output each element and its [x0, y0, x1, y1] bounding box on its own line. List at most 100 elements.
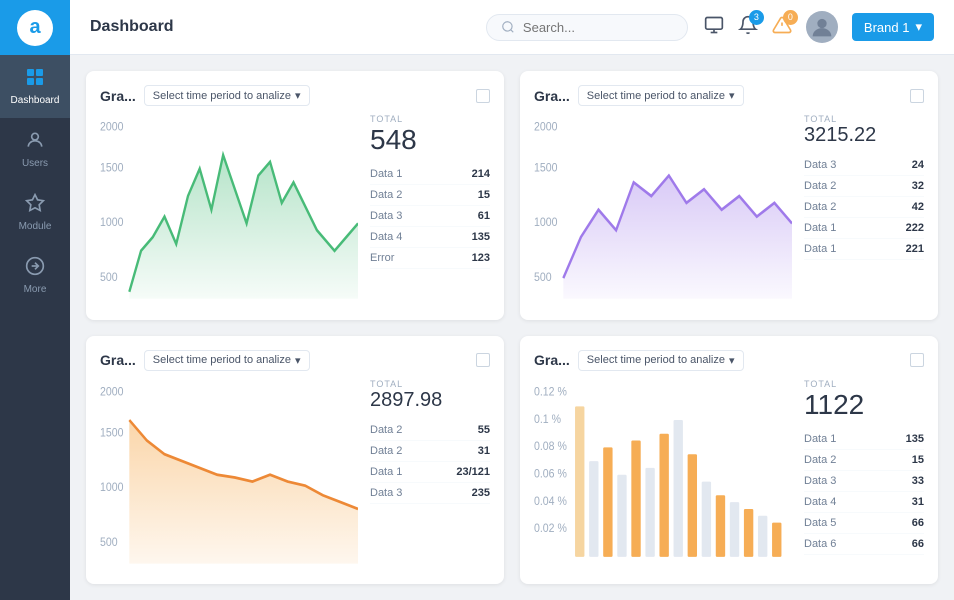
card-2-stat-0: Data 324 [804, 155, 924, 176]
card-1-title: Gra... [100, 88, 136, 104]
card-2-total-value: 3215.22 [804, 124, 924, 147]
module-label: Module [19, 221, 52, 232]
card-4-total-value: 1122 [804, 389, 924, 421]
card-2-time-label: Select time period to analize [587, 90, 725, 102]
card-2-svg: 2000 1500 1000 500 [534, 114, 792, 306]
svg-text:0.06 %: 0.06 % [534, 467, 567, 480]
topbar: Dashboard 3 0 [70, 0, 954, 55]
sidebar-item-dashboard[interactable]: Dashboard [0, 55, 70, 118]
card-3-total-label: TOTAL [370, 379, 490, 389]
card-2-checkbox[interactable] [910, 89, 924, 103]
svg-text:1500: 1500 [534, 162, 557, 175]
card-4-chart: 0.12 % 0.1 % 0.08 % 0.06 % 0.04 % 0.02 % [534, 379, 792, 571]
logo-letter: a [29, 16, 40, 39]
card-3-stats: TOTAL 2897.98 Data 255 Data 231 Data 123… [370, 379, 490, 571]
card-4-body: 0.12 % 0.1 % 0.08 % 0.06 % 0.04 % 0.02 % [534, 379, 924, 571]
svg-text:0.02 %: 0.02 % [534, 522, 567, 535]
svg-text:1000: 1000 [100, 481, 123, 494]
card-2-chevron: ▾ [729, 89, 735, 102]
card-2-total-label: TOTAL [804, 114, 924, 124]
card-1: Gra... Select time period to analize ▾ 2… [86, 71, 504, 320]
dashboard-icon [25, 67, 45, 92]
dashboard-content: Gra... Select time period to analize ▾ 2… [70, 55, 954, 600]
bell-badge: 3 [749, 10, 764, 25]
dashboard-label: Dashboard [11, 95, 60, 106]
sidebar-item-users[interactable]: Users [0, 118, 70, 181]
card-2-stat-2: Data 242 [804, 197, 924, 218]
card-4-time-select[interactable]: Select time period to analize ▾ [578, 350, 744, 371]
card-1-chart: 2000 1500 1000 500 [100, 114, 358, 306]
sidebar-item-more[interactable]: More [0, 244, 70, 307]
svg-text:500: 500 [100, 536, 118, 549]
card-4: Gra... Select time period to analize ▾ 0… [520, 336, 938, 585]
card-4-title: Gra... [534, 352, 570, 368]
card-4-stat-3: Data 431 [804, 492, 924, 513]
card-3-chevron: ▾ [295, 354, 301, 367]
svg-text:1000: 1000 [534, 217, 557, 230]
search-input[interactable] [523, 20, 673, 35]
card-3-stat-3: Data 3235 [370, 483, 490, 504]
card-1-total-label: TOTAL [370, 114, 490, 124]
main-area: Dashboard 3 0 [70, 0, 954, 600]
card-1-time-select[interactable]: Select time period to analize ▾ [144, 85, 310, 106]
svg-text:1500: 1500 [100, 162, 123, 175]
card-4-svg: 0.12 % 0.1 % 0.08 % 0.06 % 0.04 % 0.02 % [534, 379, 792, 571]
svg-text:0.1 %: 0.1 % [534, 413, 561, 426]
card-1-time-label: Select time period to analize [153, 90, 291, 102]
card-3-chart: 2000 1500 1000 500 [100, 379, 358, 571]
svg-text:2000: 2000 [534, 121, 557, 134]
card-2-body: 2000 1500 1000 500 [534, 114, 924, 306]
card-2-stat-4: Data 1221 [804, 239, 924, 260]
avatar-image [808, 13, 836, 41]
svg-text:0.04 %: 0.04 % [534, 495, 567, 508]
card-1-stats: TOTAL 548 Data 1214 Data 215 Data 361 Da… [370, 114, 490, 306]
card-2-chart: 2000 1500 1000 500 [534, 114, 792, 306]
logo-circle: a [17, 10, 53, 46]
sidebar: a Dashboard Users Module [0, 0, 70, 600]
card-1-header: Gra... Select time period to analize ▾ [100, 85, 490, 106]
search-box[interactable] [486, 14, 688, 41]
card-3-header: Gra... Select time period to analize ▾ [100, 350, 490, 371]
avatar[interactable] [806, 11, 838, 43]
card-4-stat-1: Data 215 [804, 450, 924, 471]
card-3-total-value: 2897.98 [370, 389, 490, 412]
module-icon [25, 193, 45, 218]
card-1-body: 2000 1500 1000 500 [100, 114, 490, 306]
svg-text:1500: 1500 [100, 426, 123, 439]
page-title: Dashboard [90, 18, 174, 36]
more-label: More [24, 284, 47, 295]
card-2-time-select[interactable]: Select time period to analize ▾ [578, 85, 744, 106]
warning-badge: 0 [783, 10, 798, 25]
card-4-stats: TOTAL 1122 Data 1135 Data 215 Data 333 D… [804, 379, 924, 571]
card-2-stats: TOTAL 3215.22 Data 324 Data 232 Data 242… [804, 114, 924, 306]
card-4-chevron: ▾ [729, 354, 735, 367]
card-3-time-label: Select time period to analize [153, 354, 291, 366]
card-3-checkbox[interactable] [476, 353, 490, 367]
card-1-checkbox[interactable] [476, 89, 490, 103]
card-2: Gra... Select time period to analize ▾ 2… [520, 71, 938, 320]
card-2-header: Gra... Select time period to analize ▾ [534, 85, 924, 106]
card-3-stat-2: Data 123/121 [370, 462, 490, 483]
card-1-total-value: 548 [370, 124, 490, 156]
warning-icon-btn[interactable]: 0 [772, 15, 792, 40]
users-icon [25, 130, 45, 155]
card-3-svg: 2000 1500 1000 500 [100, 379, 358, 571]
card-4-stat-4: Data 566 [804, 513, 924, 534]
card-1-stat-1: Data 215 [370, 185, 490, 206]
monitor-icon-btn[interactable] [704, 15, 724, 40]
card-3-time-select[interactable]: Select time period to analize ▾ [144, 350, 310, 371]
card-4-stat-0: Data 1135 [804, 429, 924, 450]
brand-label: Brand 1 [864, 20, 910, 35]
more-icon [25, 256, 45, 281]
card-4-header: Gra... Select time period to analize ▾ [534, 350, 924, 371]
svg-text:500: 500 [534, 271, 552, 284]
card-4-checkbox[interactable] [910, 353, 924, 367]
bell-icon-btn[interactable]: 3 [738, 15, 758, 40]
card-2-stat-3: Data 1222 [804, 218, 924, 239]
monitor-icon [704, 15, 724, 35]
sidebar-item-module[interactable]: Module [0, 181, 70, 244]
svg-text:500: 500 [100, 271, 118, 284]
sidebar-logo: a [0, 0, 70, 55]
brand-button[interactable]: Brand 1 ▾ [852, 13, 934, 41]
card-3-title: Gra... [100, 352, 136, 368]
